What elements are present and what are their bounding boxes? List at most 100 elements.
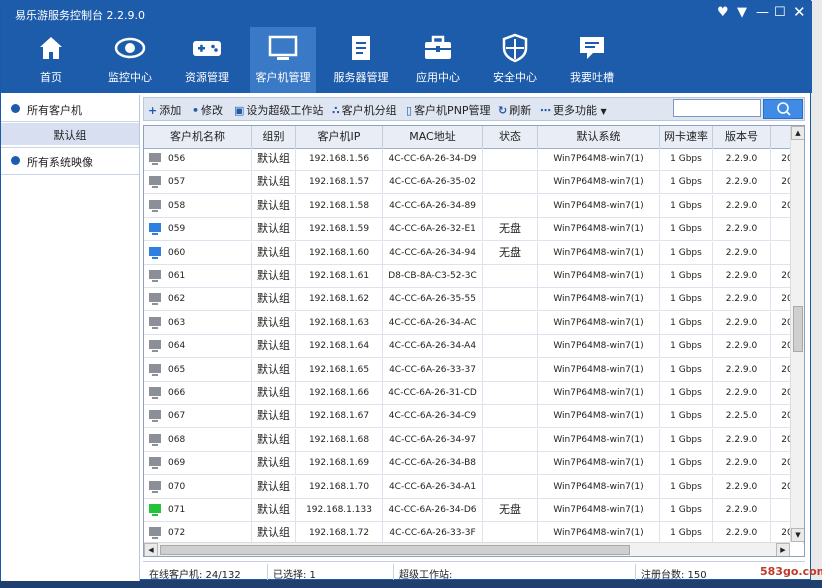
main-nav: 首页 监控中心 资源管理 客户机管理 服务器管理 应用中心 安全中心 我要吐槽: [1, 27, 812, 93]
cell-status: [483, 171, 538, 194]
table-row[interactable]: 067 默认组 192.168.1.67 4C-CC-6A-26-34-C9 Win7P…: [144, 405, 804, 429]
more-icon: ⋯: [540, 104, 551, 117]
cell-speed: 1 Gbps: [660, 194, 713, 217]
divider: [393, 564, 394, 580]
skin-icon[interactable]: ♥: [717, 5, 729, 21]
set-super-workstation-button[interactable]: ▣ 设为超级工作站: [234, 102, 323, 118]
menu-dropdown-icon[interactable]: ▼: [737, 5, 747, 21]
cell-mac: D8-CB-8A-C3-52-3C: [383, 265, 483, 287]
horizontal-scrollbar[interactable]: ◀ ▶: [144, 542, 790, 556]
maximize-button[interactable]: ☐: [774, 5, 786, 21]
monitor-icon: [250, 33, 316, 63]
client-group-button[interactable]: ∴ 客户机分组: [332, 102, 397, 118]
cell-ip: 192.168.1.58: [296, 194, 383, 217]
table-row[interactable]: 059 默认组 192.168.1.59 4C-CC-6A-26-32-E1 无盘 Win…: [144, 218, 804, 242]
minimize-button[interactable]: —: [756, 5, 769, 21]
scroll-thumb[interactable]: [793, 306, 803, 352]
edit-button[interactable]: • 修改: [192, 102, 223, 118]
header-col-version[interactable]: 版本号: [713, 126, 771, 148]
scroll-down-icon[interactable]: ▼: [791, 528, 804, 542]
nav-client-mgmt[interactable]: 客户机管理: [250, 27, 316, 93]
nav-server-mgmt[interactable]: 服务器管理: [328, 27, 394, 93]
nav-feedback[interactable]: 我要吐槽: [559, 27, 625, 93]
cell-mac: 4C-CC-6A-26-35-02: [383, 171, 483, 194]
table-row[interactable]: 066 默认组 192.168.1.66 4C-CC-6A-26-31-CD Win7P…: [144, 382, 804, 405]
cell-system: Win7P64M8-win7(1): [538, 358, 660, 381]
table-row[interactable]: 057 默认组 192.168.1.57 4C-CC-6A-26-35-02 Win7P…: [144, 171, 804, 195]
table-row[interactable]: 070 默认组 192.168.1.70 4C-CC-6A-26-34-A1 Win7P…: [144, 475, 804, 499]
cell-version: 2.2.9.0: [713, 358, 771, 381]
cell-client-name: 065: [144, 358, 252, 381]
cell-ip: 192.168.1.67: [296, 405, 383, 428]
vertical-scrollbar[interactable]: ▲ ▼: [790, 126, 804, 542]
client-name: 067: [168, 411, 186, 422]
home-icon: [18, 33, 84, 63]
table-row[interactable]: 060 默认组 192.168.1.60 4C-CC-6A-26-34-94 无盘 Win…: [144, 241, 804, 265]
sidebar-item-all-images[interactable]: 所有系统映像: [1, 147, 139, 175]
table-row[interactable]: 058 默认组 192.168.1.58 4C-CC-6A-26-34-89 Win7P…: [144, 194, 804, 218]
header-col-status[interactable]: 状态: [483, 126, 538, 148]
header-col-speed[interactable]: 网卡速率: [660, 126, 713, 148]
cell-speed: 1 Gbps: [660, 311, 713, 334]
scroll-right-icon[interactable]: ▶: [776, 543, 790, 556]
title-bar: 易乐游服务控制台 2.2.9.0 ♥ ▼ — ☐ ✕: [1, 1, 812, 27]
toolbox-icon: [405, 33, 471, 63]
cell-ip: 192.168.1.65: [296, 358, 383, 381]
cell-mac: 4C-CC-6A-26-34-A4: [383, 335, 483, 358]
table-row[interactable]: 063 默认组 192.168.1.63 4C-CC-6A-26-34-AC Win7P…: [144, 311, 804, 335]
cell-client-name: 068: [144, 428, 252, 451]
cell-status: [483, 265, 538, 287]
close-button[interactable]: ✕: [793, 4, 806, 20]
cell-mac: 4C-CC-6A-26-34-A1: [383, 475, 483, 498]
header-col-ip[interactable]: 客户机IP: [296, 126, 383, 148]
nav-security-center[interactable]: 安全中心: [482, 27, 548, 93]
cell-version: 2.2.9.0: [713, 452, 771, 475]
sidebar-item-default-group[interactable]: 默认组: [1, 123, 139, 145]
table-row[interactable]: 061 默认组 192.168.1.61 D8-CB-8A-C3-52-3C Win7P…: [144, 265, 804, 288]
nav-home[interactable]: 首页: [18, 27, 84, 93]
add-button[interactable]: + 添加: [148, 102, 181, 118]
table-row[interactable]: 071 默认组 192.168.1.133 4C-CC-6A-26-34-D6 无盘 Wi…: [144, 499, 804, 522]
header-col-group[interactable]: 组别: [252, 126, 296, 148]
nav-app-center[interactable]: 应用中心: [405, 27, 471, 93]
cell-system: Win7P64M8-win7(1): [538, 265, 660, 287]
header-col-mac[interactable]: MAC地址: [383, 126, 483, 148]
computer-icon: [149, 176, 161, 189]
cell-client-name: 071: [144, 499, 252, 521]
table-row[interactable]: 069 默认组 192.168.1.69 4C-CC-6A-26-34-B8 Win7P…: [144, 452, 804, 476]
cell-version: 2.2.9.0: [713, 311, 771, 334]
cell-mac: 4C-CC-6A-26-34-D6: [383, 499, 483, 521]
cell-speed: 1 Gbps: [660, 335, 713, 358]
cell-client-name: 060: [144, 241, 252, 264]
scroll-thumb-h[interactable]: [160, 545, 630, 555]
cell-group: 默认组: [252, 452, 296, 475]
scroll-left-icon[interactable]: ◀: [144, 543, 158, 556]
cell-client-name: 062: [144, 288, 252, 311]
nav-resource-mgmt[interactable]: 资源管理: [174, 27, 240, 93]
pnp-manage-button[interactable]: ▯ 客户机PNP管理: [406, 102, 491, 118]
header-col-system[interactable]: 默认系统: [538, 126, 660, 148]
app-window: 易乐游服务控制台 2.2.9.0 ♥ ▼ — ☐ ✕ 首页 监控中心 资源管理: [0, 0, 812, 581]
cell-group: 默认组: [252, 405, 296, 428]
search-button[interactable]: [763, 99, 803, 119]
table-row[interactable]: 056 默认组 192.168.1.56 4C-CC-6A-26-34-D9 Win7P…: [144, 148, 804, 171]
table-row[interactable]: 062 默认组 192.168.1.62 4C-CC-6A-26-35-55 Win7P…: [144, 288, 804, 312]
computer-icon: [149, 223, 161, 236]
scroll-up-icon[interactable]: ▲: [791, 126, 804, 140]
cell-status: [483, 358, 538, 381]
table-row[interactable]: 068 默认组 192.168.1.68 4C-CC-6A-26-34-97 Win7P…: [144, 428, 804, 452]
table-row[interactable]: 064 默认组 192.168.1.64 4C-CC-6A-26-34-A4 Win7P…: [144, 335, 804, 359]
refresh-button[interactable]: ↻ 刷新: [498, 102, 531, 118]
cell-group: 默认组: [252, 311, 296, 334]
client-name: 058: [168, 200, 186, 211]
nav-monitor-center[interactable]: 监控中心: [97, 27, 163, 93]
client-name: 056: [168, 154, 186, 164]
cell-version: 2.2.9.0: [713, 241, 771, 264]
sidebar-item-all-clients[interactable]: 所有客户机: [1, 97, 139, 122]
cell-system: Win7P64M8-win7(1): [538, 452, 660, 475]
cell-version: 2.2.9.0: [713, 171, 771, 194]
table-row[interactable]: 065 默认组 192.168.1.65 4C-CC-6A-26-33-37 Win7P…: [144, 358, 804, 382]
header-col-client-name[interactable]: 客户机名称: [144, 126, 252, 148]
search-input[interactable]: [673, 99, 761, 117]
more-functions-button[interactable]: ⋯ 更多功能 ▼: [540, 102, 607, 118]
